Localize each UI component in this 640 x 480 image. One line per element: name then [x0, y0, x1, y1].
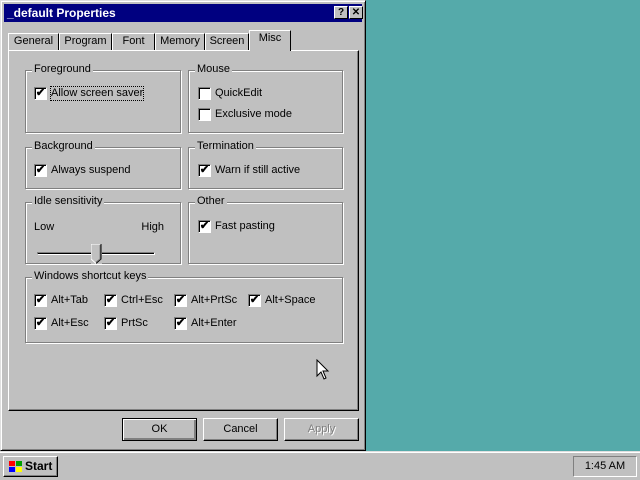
checkbox-box	[198, 108, 211, 121]
tab-label: Screen	[209, 35, 245, 47]
tab-label: Font	[122, 35, 145, 47]
tab-label: Program	[64, 35, 107, 47]
checkbox-box: ✔	[104, 294, 117, 307]
checkbox-label: Exclusive mode	[215, 108, 293, 120]
background-group: Background ✔ Always suspend	[25, 140, 181, 189]
help-icon: ?	[337, 7, 345, 18]
other-title: Other	[195, 195, 227, 207]
checkbox-box: ✔	[34, 164, 47, 177]
checkbox-label: QuickEdit	[215, 87, 263, 99]
tab-label: Memory	[160, 35, 200, 47]
taskbar-clock: 1:45 AM	[573, 456, 637, 477]
checkbox-label: PrtSc	[121, 317, 148, 329]
tab-strip: General Program Font Memory Screen Misc	[8, 30, 358, 52]
checkbox-box: ✔	[34, 294, 47, 307]
idle-slider-thumb[interactable]	[90, 244, 102, 264]
misc-panel: Foreground ✔ Allow screen saver Mouse Qu…	[8, 50, 359, 411]
checkbox-label: Alt+Esc	[51, 317, 89, 329]
window-title: _default Properties	[7, 6, 116, 20]
tab-font[interactable]: Font	[112, 33, 155, 50]
termination-group: Termination ✔ Warn if still active	[188, 140, 343, 189]
checkbox-label: Alt+PrtSc	[191, 294, 238, 306]
checkbox-label: Alt+Enter	[191, 317, 237, 329]
other-group: Other ✔ Fast pasting	[188, 195, 343, 264]
properties-dialog: _default Properties ? ✕ General Program …	[0, 0, 366, 451]
checkbox-label: Allow screen saver	[49, 86, 145, 101]
cancel-button[interactable]: Cancel	[203, 418, 278, 441]
ok-label: OK	[151, 423, 168, 435]
checkbox-label: Fast pasting	[215, 220, 275, 232]
background-title: Background	[32, 140, 95, 152]
help-button[interactable]: ?	[334, 6, 348, 19]
title-bar[interactable]: _default Properties ? ✕	[4, 4, 363, 22]
tab-memory[interactable]: Memory	[155, 33, 205, 50]
apply-button[interactable]: Apply	[284, 418, 359, 441]
checkbox-box: ✔	[34, 87, 47, 100]
mouse-pointer-icon	[316, 359, 330, 380]
taskbar: Start 1:45 AM	[0, 451, 640, 480]
checkbox-box	[198, 87, 211, 100]
idle-sensitivity-group: Idle sensitivity Low High	[25, 195, 181, 264]
tab-misc[interactable]: Misc	[249, 30, 291, 51]
tab-program[interactable]: Program	[59, 33, 112, 50]
checkbox-label: Alt+Space	[265, 294, 316, 306]
checkbox-label: Warn if still active	[215, 164, 301, 176]
checkbox-box: ✔	[198, 220, 211, 233]
idle-sensitivity-title: Idle sensitivity	[32, 195, 105, 207]
checkbox-box: ✔	[248, 294, 261, 307]
start-label: Start	[25, 459, 53, 473]
termination-title: Termination	[195, 140, 256, 152]
tab-general[interactable]: General	[8, 33, 59, 50]
tab-screen[interactable]: Screen	[205, 33, 249, 50]
windows-logo-icon	[9, 461, 22, 472]
shortcut-keys-title: Windows shortcut keys	[32, 270, 149, 282]
checkbox-label: Alt+Tab	[51, 294, 88, 306]
tab-label: General	[13, 35, 54, 47]
foreground-group: Foreground ✔ Allow screen saver	[25, 63, 181, 133]
mouse-group: Mouse QuickEdit Exclusive mode	[188, 63, 343, 133]
ok-button[interactable]: OK	[122, 418, 197, 441]
checkbox-box: ✔	[174, 317, 187, 330]
mouse-title: Mouse	[195, 63, 233, 75]
cancel-label: Cancel	[223, 423, 258, 435]
checkbox-label: Always suspend	[51, 164, 131, 176]
start-button[interactable]: Start	[3, 456, 58, 477]
checkbox-label: Ctrl+Esc	[121, 294, 163, 306]
slider-high-label: High	[141, 221, 164, 233]
close-button[interactable]: ✕	[349, 6, 363, 19]
slider-low-label: Low	[34, 221, 55, 233]
apply-label: Apply	[307, 423, 336, 435]
checkbox-box: ✔	[198, 164, 211, 177]
checkbox-box: ✔	[104, 317, 117, 330]
checkbox-box: ✔	[34, 317, 47, 330]
checkbox-box: ✔	[174, 294, 187, 307]
close-icon: ✕	[351, 7, 361, 18]
tab-label: Misc	[258, 32, 282, 44]
shortcut-keys-group: Windows shortcut keys ✔ Alt+Tab ✔ Ctrl+E…	[25, 270, 343, 343]
foreground-title: Foreground	[32, 63, 93, 75]
